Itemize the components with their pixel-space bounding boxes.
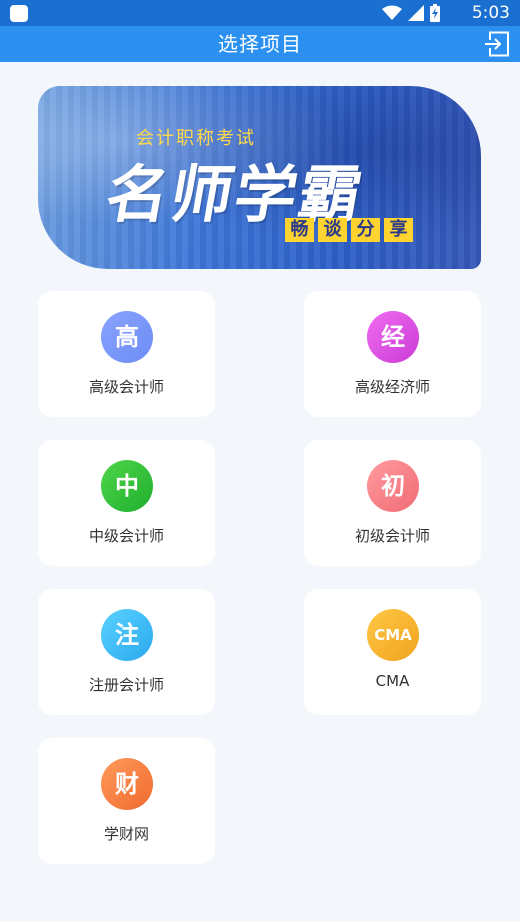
project-card-6[interactable]: 财 学财网 <box>38 738 215 864</box>
project-label: 高级经济师 <box>354 378 430 396</box>
status-bar: 5:03 <box>0 0 520 26</box>
cai-icon: 财 <box>101 758 153 810</box>
project-card-1[interactable]: 经 高级经济师 <box>304 291 481 417</box>
project-label: CMA <box>375 672 410 690</box>
banner-tags: 畅 谈 分 享 <box>285 218 413 242</box>
project-card-3[interactable]: 初 初级会计师 <box>304 440 481 566</box>
zhu-icon: 注 <box>101 609 153 661</box>
project-label: 注册会计师 <box>88 676 164 694</box>
gao-icon: 高 <box>101 311 153 363</box>
project-label: 初级会计师 <box>354 527 430 545</box>
cma-icon: CMA <box>367 609 419 661</box>
banner-tag: 谈 <box>318 218 347 242</box>
banner-tag: 享 <box>384 218 413 242</box>
project-card-5[interactable]: CMA CMA <box>304 589 481 715</box>
banner-tag: 畅 <box>285 218 314 242</box>
page-title: 选择项目 <box>218 32 302 56</box>
project-label: 中级会计师 <box>88 527 164 545</box>
jing-icon: 经 <box>367 311 419 363</box>
chu-icon: 初 <box>367 460 419 512</box>
status-icons <box>382 4 440 22</box>
project-card-4[interactable]: 注 注册会计师 <box>38 589 215 715</box>
wifi-icon <box>382 5 402 20</box>
notification-app-icon <box>10 5 28 22</box>
logout-button[interactable] <box>483 31 510 57</box>
promo-banner[interactable]: 会计职称考试 名师学霸 畅 谈 分 享 <box>38 86 481 269</box>
banner-tag: 分 <box>351 218 380 242</box>
app-bar: 选择项目 <box>0 26 520 62</box>
battery-icon <box>430 4 440 22</box>
signal-icon <box>408 5 424 21</box>
exit-icon <box>483 31 509 57</box>
status-time: 5:03 <box>471 3 510 23</box>
project-card-0[interactable]: 高 高级会计师 <box>38 291 215 417</box>
zhong-icon: 中 <box>101 460 153 512</box>
project-label: 学财网 <box>103 825 149 843</box>
project-card-2[interactable]: 中 中级会计师 <box>38 440 215 566</box>
project-label: 高级会计师 <box>88 378 164 396</box>
